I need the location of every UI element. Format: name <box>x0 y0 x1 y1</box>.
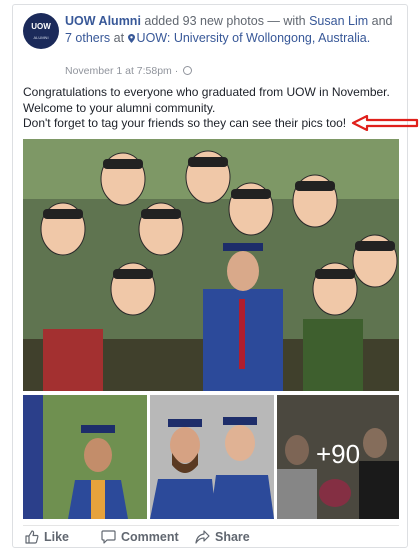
two-graduates-image <box>150 395 274 519</box>
and-text: and <box>368 14 393 28</box>
avatar-logo-text: UOW <box>31 22 51 31</box>
at-text: at <box>110 31 128 45</box>
others-link[interactable]: 7 others <box>65 31 110 45</box>
share-label: Share <box>215 530 250 544</box>
post-timestamp[interactable]: November 1 at 7:58pm · <box>65 65 193 77</box>
graduate-woman-image <box>23 395 147 519</box>
location-link[interactable]: UOW: University of Wollongong, Australia… <box>137 31 371 45</box>
post-actions-bar: Like Comment Share <box>23 525 399 545</box>
comment-bubble-icon <box>101 530 116 544</box>
photo-thumbnail-more[interactable]: +90 <box>277 395 399 519</box>
post-caption: Congratulations to everyone who graduate… <box>23 85 403 132</box>
graduates-group-image <box>23 139 399 391</box>
comment-button[interactable]: Comment <box>101 530 179 544</box>
more-photos-count: +90 <box>315 439 361 469</box>
page-avatar[interactable]: UOW ALUMNI <box>23 13 59 49</box>
share-arrow-icon <box>195 530 210 544</box>
comment-label: Comment <box>121 530 179 544</box>
share-button[interactable]: Share <box>195 530 250 544</box>
annotation-arrow-icon <box>351 115 419 131</box>
like-button[interactable]: Like <box>25 530 69 544</box>
post-header: UOW Alumni added 93 new photos — with Su… <box>65 13 395 47</box>
location-pin-icon <box>127 34 135 43</box>
thumbs-up-icon <box>25 530 39 544</box>
avatar-logo-subtext: ALUMNI <box>33 35 49 40</box>
caption-line: Congratulations to everyone who graduate… <box>23 85 390 99</box>
main-photo[interactable] <box>23 139 399 391</box>
caption-line: Don't forget to tag your friends so they… <box>23 116 347 130</box>
post-card: UOW ALUMNI UOW Alumni added 93 new photo… <box>12 4 419 548</box>
photo-thumbnail[interactable] <box>23 395 147 519</box>
tagged-person-link[interactable]: Susan Lim <box>309 14 368 28</box>
photo-thumbnail[interactable] <box>150 395 274 519</box>
added-text: added 93 new photos — with <box>140 14 310 28</box>
caption-line: Welcome to your alumni community. <box>23 100 216 115</box>
like-label: Like <box>44 530 70 544</box>
globe-icon <box>183 66 193 75</box>
timestamp-text: November 1 at 7:58pm · <box>65 65 182 77</box>
page-name-link[interactable]: UOW Alumni <box>65 14 141 28</box>
